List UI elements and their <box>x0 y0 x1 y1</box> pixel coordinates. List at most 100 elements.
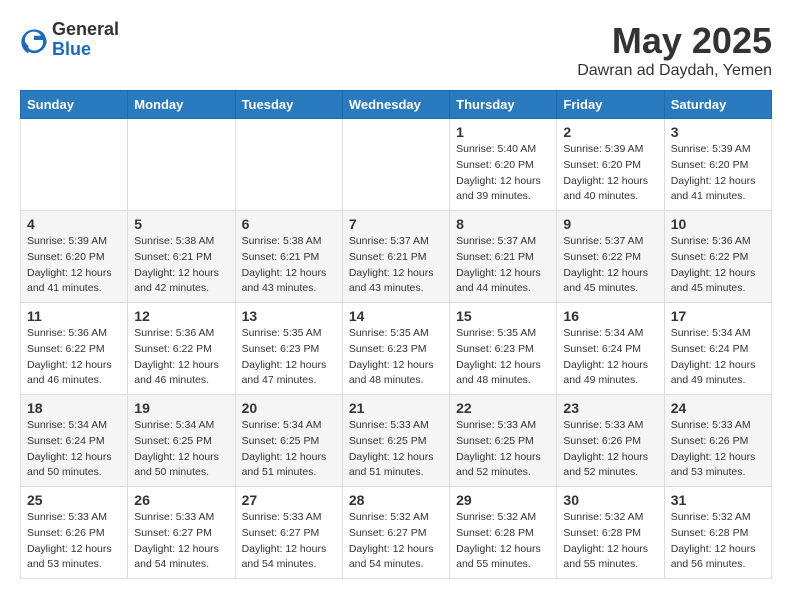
day-info: Sunrise: 5:34 AM Sunset: 6:24 PM Dayligh… <box>563 326 657 389</box>
calendar-day-header: Monday <box>128 91 235 119</box>
calendar-day-cell: 3Sunrise: 5:39 AM Sunset: 6:20 PM Daylig… <box>664 119 771 211</box>
day-info: Sunrise: 5:40 AM Sunset: 6:20 PM Dayligh… <box>456 142 550 205</box>
day-number: 23 <box>563 400 657 416</box>
day-info: Sunrise: 5:37 AM Sunset: 6:21 PM Dayligh… <box>456 234 550 297</box>
day-info: Sunrise: 5:36 AM Sunset: 6:22 PM Dayligh… <box>27 326 121 389</box>
calendar-day-cell: 26Sunrise: 5:33 AM Sunset: 6:27 PM Dayli… <box>128 487 235 579</box>
calendar-day-cell: 13 Sunrise: 5:35 AM Sunset: 6:23 PM Dayli… <box>235 303 342 395</box>
calendar-day-cell: 5 Sunrise: 5:38 AM Sunset: 6:21 PM Daylig… <box>128 211 235 303</box>
calendar-day-cell: 17 Sunrise: 5:34 AM Sunset: 6:24 PM Dayli… <box>664 303 771 395</box>
day-info: Sunrise: 5:38 AM Sunset: 6:21 PM Dayligh… <box>242 234 336 297</box>
logo-text: General Blue <box>52 20 119 60</box>
day-info: Sunrise: 5:33 AM Sunset: 6:27 PM Dayligh… <box>134 510 228 573</box>
day-info: Sunrise: 5:33 AM Sunset: 6:25 PM Dayligh… <box>456 418 550 481</box>
day-info: Sunrise: 5:34 AM Sunset: 6:25 PM Dayligh… <box>134 418 228 481</box>
calendar-day-header: Wednesday <box>342 91 449 119</box>
page-header: General Blue May 2025 Dawran ad Daydah, … <box>20 20 772 80</box>
calendar-day-header: Friday <box>557 91 664 119</box>
calendar-week-row: 18Sunrise: 5:34 AM Sunset: 6:24 PM Dayli… <box>21 395 772 487</box>
calendar-day-cell: 21 Sunrise: 5:33 AM Sunset: 6:25 PM Dayli… <box>342 395 449 487</box>
calendar-day-header: Sunday <box>21 91 128 119</box>
day-number: 21 <box>349 400 443 416</box>
calendar-day-cell: 11 Sunrise: 5:36 AM Sunset: 6:22 PM Dayli… <box>21 303 128 395</box>
calendar-day-cell: 23 Sunrise: 5:33 AM Sunset: 6:26 PM Dayli… <box>557 395 664 487</box>
calendar-day-cell: 6 Sunrise: 5:38 AM Sunset: 6:21 PM Daylig… <box>235 211 342 303</box>
day-info: Sunrise: 5:34 AM Sunset: 6:24 PM Dayligh… <box>27 418 121 481</box>
day-info: Sunrise: 5:34 AM Sunset: 6:24 PM Dayligh… <box>671 326 765 389</box>
day-info: Sunrise: 5:35 AM Sunset: 6:23 PM Dayligh… <box>349 326 443 389</box>
calendar-day-cell: 4Sunrise: 5:39 AM Sunset: 6:20 PM Daylig… <box>21 211 128 303</box>
day-info: Sunrise: 5:33 AM Sunset: 6:25 PM Dayligh… <box>349 418 443 481</box>
day-info: Sunrise: 5:37 AM Sunset: 6:21 PM Dayligh… <box>349 234 443 297</box>
calendar-day-cell <box>128 119 235 211</box>
title-block: May 2025 Dawran ad Daydah, Yemen <box>577 20 772 80</box>
calendar-day-cell <box>342 119 449 211</box>
day-number: 30 <box>563 492 657 508</box>
calendar-day-cell: 25 Sunrise: 5:33 AM Sunset: 6:26 PM Dayli… <box>21 487 128 579</box>
calendar-week-row: 1 Sunrise: 5:40 AM Sunset: 6:20 PM Daylig… <box>21 119 772 211</box>
day-number: 12 <box>134 308 228 324</box>
calendar-day-cell: 8 Sunrise: 5:37 AM Sunset: 6:21 PM Daylig… <box>450 211 557 303</box>
day-number: 9 <box>563 216 657 232</box>
day-info: Sunrise: 5:32 AM Sunset: 6:27 PM Dayligh… <box>349 510 443 573</box>
calendar-day-cell: 18Sunrise: 5:34 AM Sunset: 6:24 PM Dayli… <box>21 395 128 487</box>
day-info: Sunrise: 5:36 AM Sunset: 6:22 PM Dayligh… <box>671 234 765 297</box>
day-number: 17 <box>671 308 765 324</box>
calendar-week-row: 25 Sunrise: 5:33 AM Sunset: 6:26 PM Dayli… <box>21 487 772 579</box>
calendar-day-cell: 9 Sunrise: 5:37 AM Sunset: 6:22 PM Daylig… <box>557 211 664 303</box>
calendar-day-cell: 24 Sunrise: 5:33 AM Sunset: 6:26 PM Dayli… <box>664 395 771 487</box>
calendar-day-cell: 19 Sunrise: 5:34 AM Sunset: 6:25 PM Dayli… <box>128 395 235 487</box>
day-number: 24 <box>671 400 765 416</box>
calendar-day-cell: 31 Sunrise: 5:32 AM Sunset: 6:28 PM Dayli… <box>664 487 771 579</box>
day-number: 8 <box>456 216 550 232</box>
day-number: 10 <box>671 216 765 232</box>
calendar-day-cell: 12 Sunrise: 5:36 AM Sunset: 6:22 PM Dayli… <box>128 303 235 395</box>
calendar-day-cell: 15Sunrise: 5:35 AM Sunset: 6:23 PM Dayli… <box>450 303 557 395</box>
calendar-day-cell: 29 Sunrise: 5:32 AM Sunset: 6:28 PM Dayli… <box>450 487 557 579</box>
calendar-day-cell <box>21 119 128 211</box>
day-number: 25 <box>27 492 121 508</box>
day-number: 27 <box>242 492 336 508</box>
day-number: 22 <box>456 400 550 416</box>
day-info: Sunrise: 5:36 AM Sunset: 6:22 PM Dayligh… <box>134 326 228 389</box>
calendar-day-cell: 10 Sunrise: 5:36 AM Sunset: 6:22 PM Dayli… <box>664 211 771 303</box>
day-info: Sunrise: 5:37 AM Sunset: 6:22 PM Dayligh… <box>563 234 657 297</box>
day-number: 7 <box>349 216 443 232</box>
day-number: 6 <box>242 216 336 232</box>
month-title: May 2025 <box>577 20 772 62</box>
day-number: 16 <box>563 308 657 324</box>
calendar-day-cell: 16 Sunrise: 5:34 AM Sunset: 6:24 PM Dayli… <box>557 303 664 395</box>
calendar-day-header: Tuesday <box>235 91 342 119</box>
calendar-day-cell: 2Sunrise: 5:39 AM Sunset: 6:20 PM Daylig… <box>557 119 664 211</box>
day-number: 5 <box>134 216 228 232</box>
day-number: 15 <box>456 308 550 324</box>
calendar-day-cell: 22 Sunrise: 5:33 AM Sunset: 6:25 PM Dayli… <box>450 395 557 487</box>
calendar-day-header: Saturday <box>664 91 771 119</box>
calendar-day-cell <box>235 119 342 211</box>
day-info: Sunrise: 5:39 AM Sunset: 6:20 PM Dayligh… <box>27 234 121 297</box>
day-number: 31 <box>671 492 765 508</box>
day-number: 29 <box>456 492 550 508</box>
day-info: Sunrise: 5:39 AM Sunset: 6:20 PM Dayligh… <box>563 142 657 205</box>
day-number: 1 <box>456 124 550 140</box>
day-info: Sunrise: 5:38 AM Sunset: 6:21 PM Dayligh… <box>134 234 228 297</box>
day-number: 19 <box>134 400 228 416</box>
calendar-table: SundayMondayTuesdayWednesdayThursdayFrid… <box>20 90 772 579</box>
day-info: Sunrise: 5:32 AM Sunset: 6:28 PM Dayligh… <box>671 510 765 573</box>
day-number: 3 <box>671 124 765 140</box>
day-info: Sunrise: 5:33 AM Sunset: 6:27 PM Dayligh… <box>242 510 336 573</box>
calendar-day-cell: 20Sunrise: 5:34 AM Sunset: 6:25 PM Dayli… <box>235 395 342 487</box>
day-info: Sunrise: 5:32 AM Sunset: 6:28 PM Dayligh… <box>563 510 657 573</box>
day-info: Sunrise: 5:33 AM Sunset: 6:26 PM Dayligh… <box>563 418 657 481</box>
day-info: Sunrise: 5:35 AM Sunset: 6:23 PM Dayligh… <box>242 326 336 389</box>
calendar-day-cell: 27 Sunrise: 5:33 AM Sunset: 6:27 PM Dayli… <box>235 487 342 579</box>
calendar-day-cell: 14Sunrise: 5:35 AM Sunset: 6:23 PM Dayli… <box>342 303 449 395</box>
day-number: 28 <box>349 492 443 508</box>
day-number: 13 <box>242 308 336 324</box>
day-info: Sunrise: 5:32 AM Sunset: 6:28 PM Dayligh… <box>456 510 550 573</box>
logo: General Blue <box>20 20 119 60</box>
day-info: Sunrise: 5:33 AM Sunset: 6:26 PM Dayligh… <box>671 418 765 481</box>
day-number: 20 <box>242 400 336 416</box>
day-info: Sunrise: 5:33 AM Sunset: 6:26 PM Dayligh… <box>27 510 121 573</box>
day-number: 11 <box>27 308 121 324</box>
